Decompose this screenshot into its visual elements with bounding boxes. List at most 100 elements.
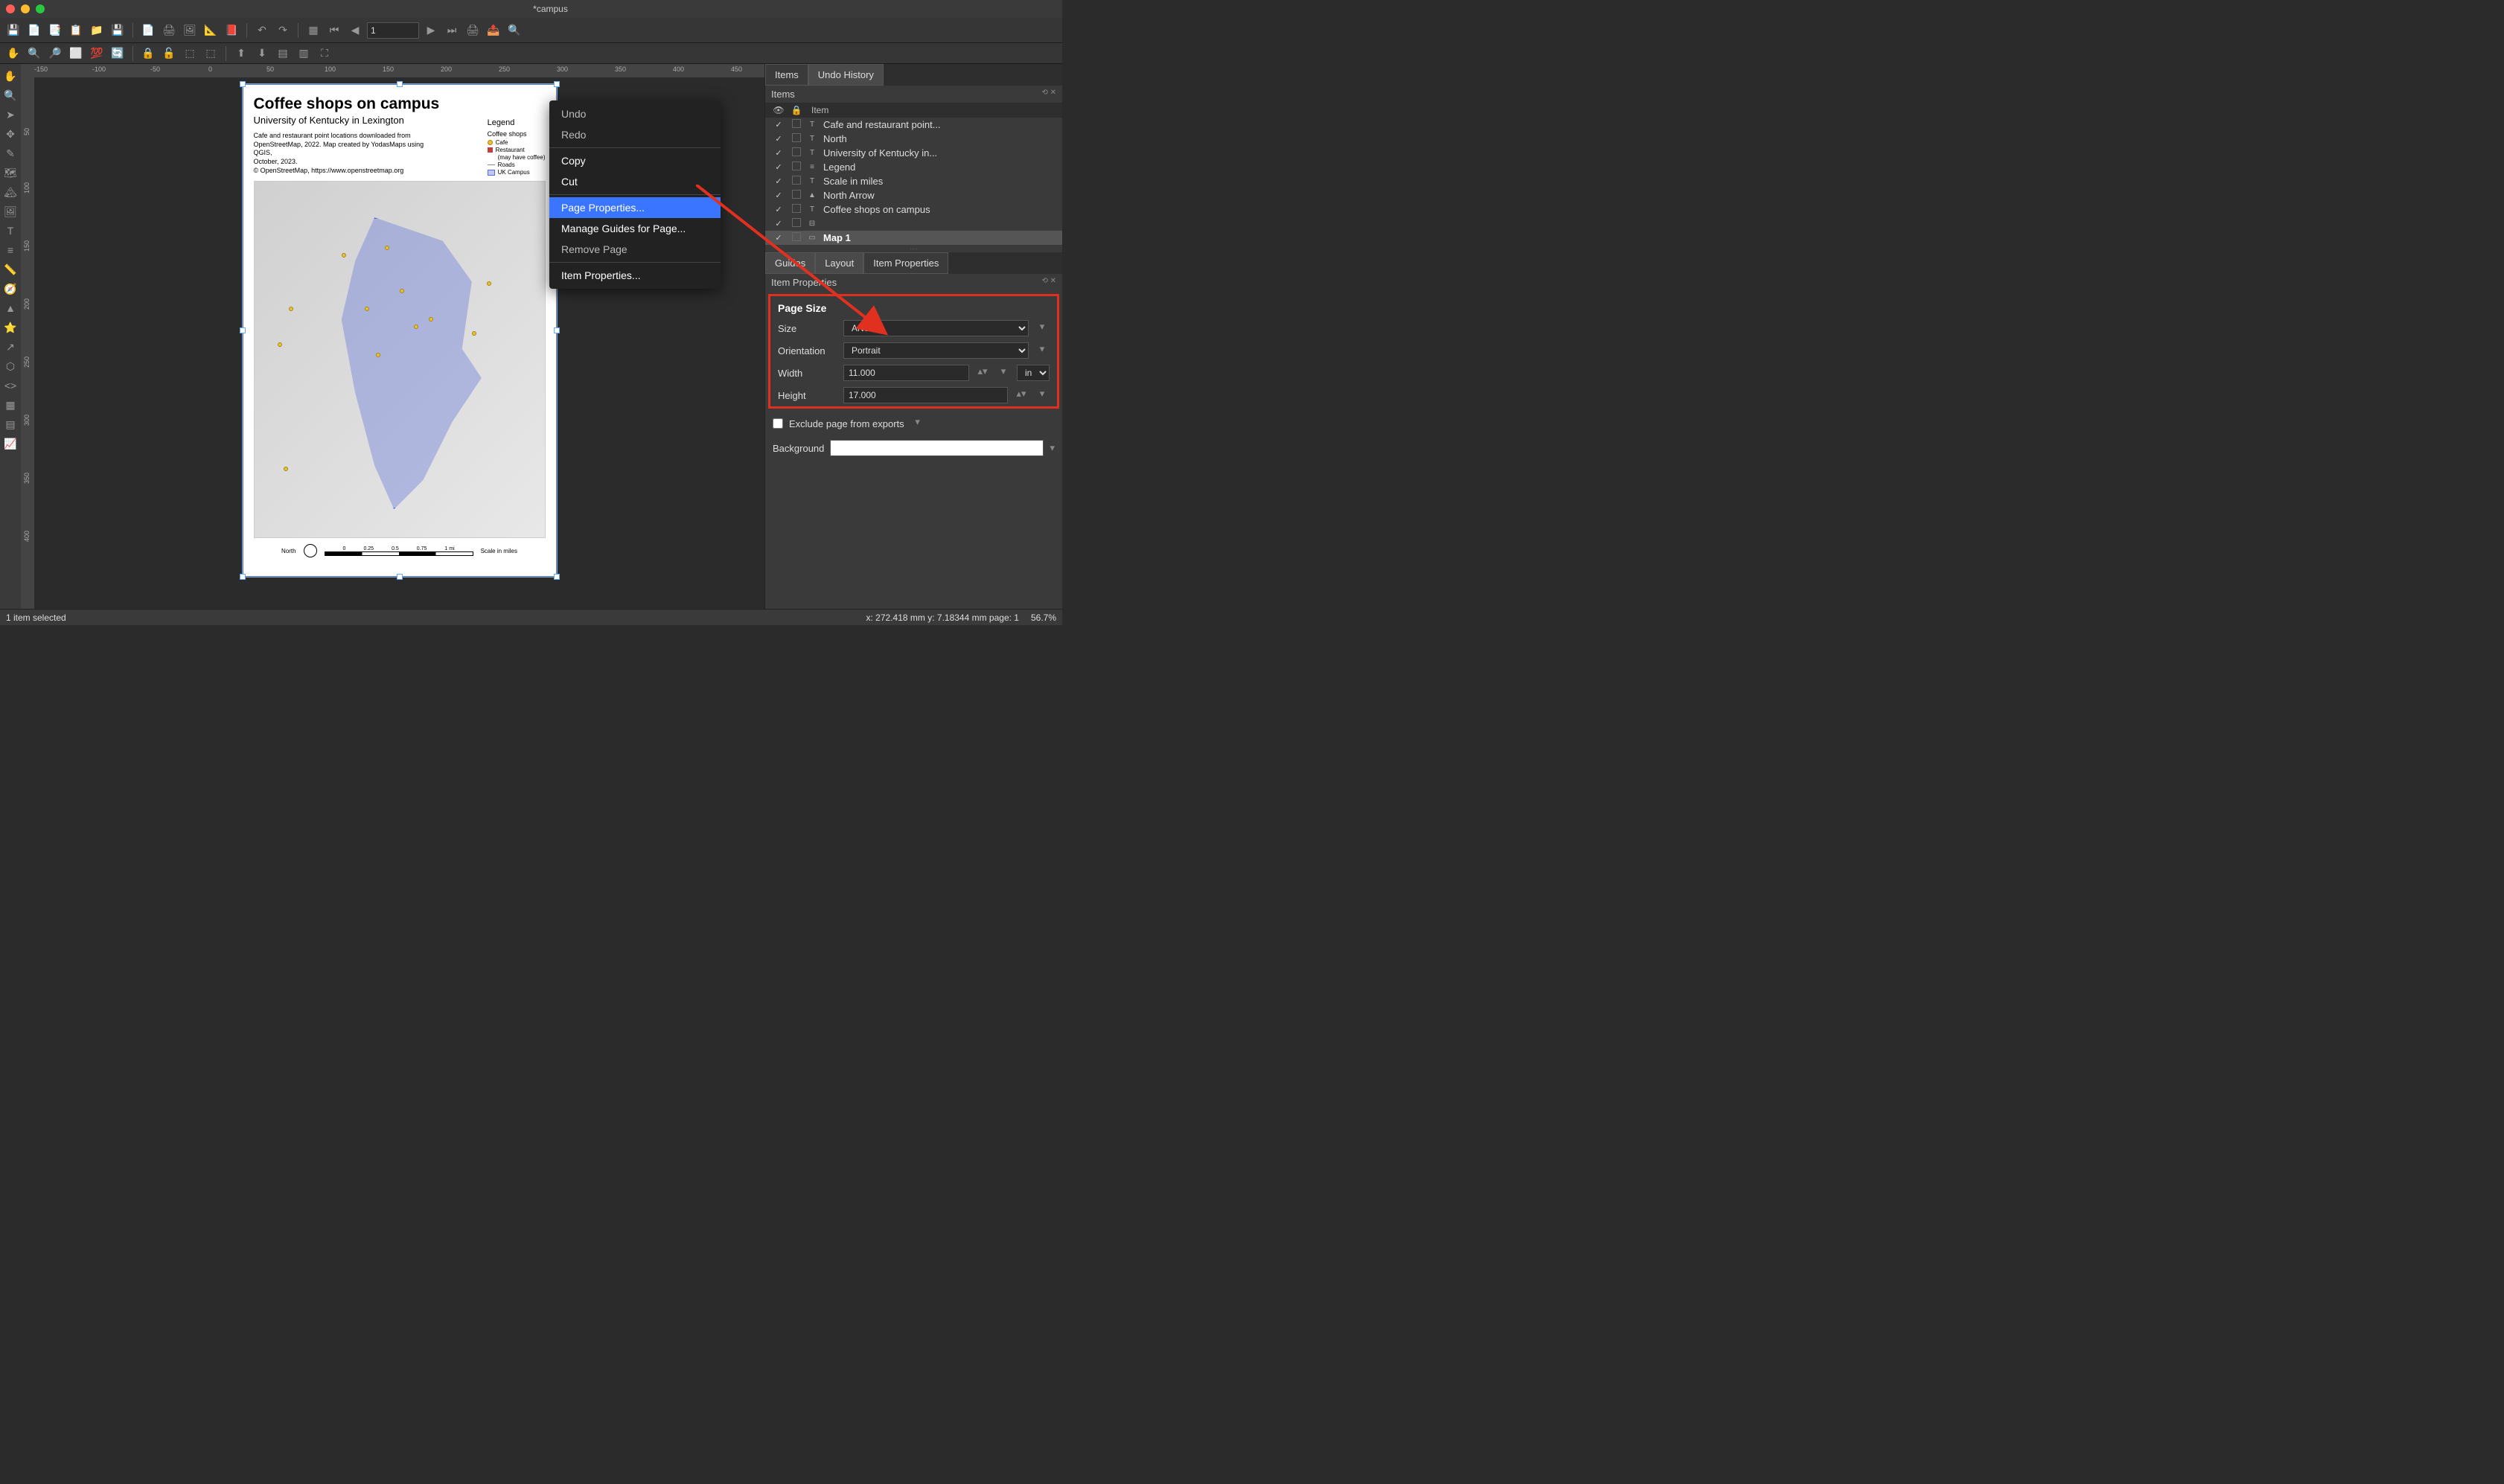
add-fixedtable-icon[interactable]: ▤ [1, 415, 19, 433]
pan-icon[interactable]: ✋ [4, 45, 22, 63]
layout-page[interactable]: Coffee shops on campus University of Ken… [243, 85, 556, 576]
add-shape-icon[interactable]: ▲ [1, 299, 19, 317]
list-item[interactable]: ✓TUniversity of Kentucky in... [765, 146, 1062, 160]
spin-icon[interactable]: ▴▾ [1014, 388, 1029, 403]
raise-icon[interactable]: ⬆ [232, 45, 250, 63]
group-icon[interactable]: ⬚ [181, 45, 199, 63]
atlas-settings-icon[interactable]: 🔍 [505, 22, 523, 39]
map-title[interactable]: Coffee shops on campus [243, 85, 556, 115]
scalebar[interactable]: 0 0.25 0.5 0.75 1 mi [325, 546, 473, 556]
list-item[interactable]: ✓▭Map 1 [765, 231, 1062, 245]
ungroup-icon[interactable]: ⬚ [202, 45, 220, 63]
north-label[interactable]: North [281, 548, 296, 554]
background-color-button[interactable] [830, 440, 1044, 456]
add-page-icon[interactable]: 📄 [139, 22, 157, 39]
lower-icon[interactable]: ⬇ [253, 45, 271, 63]
menu-redo[interactable]: Redo [549, 124, 721, 145]
menu-item-properties[interactable]: Item Properties... [549, 265, 721, 286]
data-defined-icon[interactable]: ▾ [910, 416, 925, 431]
redo-icon[interactable]: ↷ [274, 22, 292, 39]
unit-select[interactable]: in [1017, 365, 1050, 381]
export-image-icon[interactable]: 🖼 [181, 22, 199, 39]
zoom-in-icon[interactable]: 🔍 [25, 45, 43, 63]
zoom-out-icon[interactable]: 🔎 [46, 45, 64, 63]
duplicate-icon[interactable]: 📑 [46, 22, 64, 39]
move-content-icon[interactable]: ✥ [1, 125, 19, 143]
tab-undo-history[interactable]: Undo History [808, 64, 884, 86]
next-page-icon[interactable]: ▶ [422, 22, 440, 39]
align-icon[interactable]: ▤ [274, 45, 292, 63]
add-marker-icon[interactable]: ⭐ [1, 319, 19, 336]
exclude-checkbox[interactable] [773, 418, 783, 429]
undo-icon[interactable]: ↶ [253, 22, 271, 39]
zoom-100-icon[interactable]: 💯 [88, 45, 106, 63]
data-defined-icon[interactable]: ▾ [1035, 388, 1050, 403]
list-item[interactable]: ✓TScale in miles [765, 174, 1062, 188]
distribute-icon[interactable]: ▥ [295, 45, 313, 63]
pan-tool-icon[interactable]: ✋ [1, 67, 19, 85]
map-frame[interactable] [254, 181, 546, 538]
add-picture-icon[interactable]: 🖼 [1, 202, 19, 220]
orientation-select[interactable]: Portrait [843, 342, 1029, 359]
panel-resize-handle[interactable]: ···· [765, 245, 1062, 252]
data-defined-icon[interactable]: ▾ [1035, 343, 1050, 358]
menu-manage-guides[interactable]: Manage Guides for Page... [549, 218, 721, 239]
add-table-icon[interactable]: ▦ [1, 396, 19, 414]
menu-cut[interactable]: Cut [549, 171, 721, 192]
refresh-icon[interactable]: 🔄 [109, 45, 127, 63]
add-legend-icon[interactable]: ≡ [1, 241, 19, 259]
list-item[interactable]: ✓▲North Arrow [765, 188, 1062, 202]
menu-page-properties[interactable]: Page Properties... [549, 197, 721, 218]
north-arrow-icon[interactable] [304, 544, 317, 557]
add-arrow-icon[interactable]: ↗ [1, 338, 19, 356]
add-scalebar-icon[interactable]: 📏 [1, 260, 19, 278]
maximize-icon[interactable] [36, 4, 45, 13]
data-defined-icon[interactable]: ▾ [1035, 321, 1050, 336]
save-template-icon[interactable]: 💾 [109, 22, 127, 39]
manager-icon[interactable]: 📋 [67, 22, 85, 39]
status-zoom[interactable]: 56.7% [1031, 613, 1056, 623]
select-tool-icon[interactable]: ➤ [1, 106, 19, 124]
last-page-icon[interactable]: ⏭ [443, 22, 461, 39]
add-label-icon[interactable]: T [1, 222, 19, 240]
tab-item-properties[interactable]: Item Properties [863, 252, 948, 274]
lock-icon[interactable]: 🔒 [139, 45, 157, 63]
add-northarrow-icon[interactable]: 🧭 [1, 280, 19, 298]
add-3dmap-icon[interactable]: 🏔 [1, 183, 19, 201]
close-icon[interactable] [6, 4, 15, 13]
zoom-full-icon[interactable]: ⬜ [67, 45, 85, 63]
add-map-icon[interactable]: 🗺 [1, 164, 19, 182]
list-item[interactable]: ✓TCoffee shops on campus [765, 202, 1062, 217]
menu-copy[interactable]: Copy [549, 150, 721, 171]
data-defined-icon[interactable]: ▾ [996, 365, 1011, 380]
grid-icon[interactable]: ▦ [304, 22, 322, 39]
scale-label[interactable]: Scale in miles [481, 548, 517, 554]
add-nodeitem-icon[interactable]: ⬡ [1, 357, 19, 375]
list-item[interactable]: ✓⊟ [765, 217, 1062, 231]
page-number-input[interactable] [367, 22, 419, 39]
save-icon[interactable]: 💾 [4, 22, 22, 39]
atlas-export-icon[interactable]: 📤 [485, 22, 502, 39]
prev-page-icon[interactable]: ◀ [346, 22, 364, 39]
edit-nodes-icon[interactable]: ✎ [1, 144, 19, 162]
add-html-icon[interactable]: <> [1, 377, 19, 394]
open-folder-icon[interactable]: 📁 [88, 22, 106, 39]
spin-icon[interactable]: ▴▾ [975, 365, 990, 380]
tab-guides[interactable]: Guides [765, 252, 815, 274]
list-item[interactable]: ✓≡Legend [765, 160, 1062, 174]
legend[interactable]: Legend Coffee shops Cafe Restaurant (may… [488, 118, 546, 176]
menu-remove-page[interactable]: Remove Page [549, 239, 721, 260]
tab-layout[interactable]: Layout [815, 252, 863, 274]
list-item[interactable]: ✓TCafe and restaurant point... [765, 118, 1062, 132]
atlas-print-icon[interactable]: 🖨 [464, 22, 482, 39]
height-input[interactable] [843, 387, 1008, 403]
unlock-icon[interactable]: 🔓 [160, 45, 178, 63]
list-item[interactable]: ✓TNorth [765, 132, 1062, 146]
print-icon[interactable]: 🖨 [160, 22, 178, 39]
zoom-tool-icon[interactable]: 🔍 [1, 86, 19, 104]
size-select[interactable]: ANSI B [843, 320, 1029, 336]
minimize-icon[interactable] [21, 4, 30, 13]
tab-items[interactable]: Items [765, 64, 808, 86]
items-list[interactable]: ✓TCafe and restaurant point...✓TNorth✓TU… [765, 118, 1062, 245]
export-svg-icon[interactable]: 📐 [202, 22, 220, 39]
